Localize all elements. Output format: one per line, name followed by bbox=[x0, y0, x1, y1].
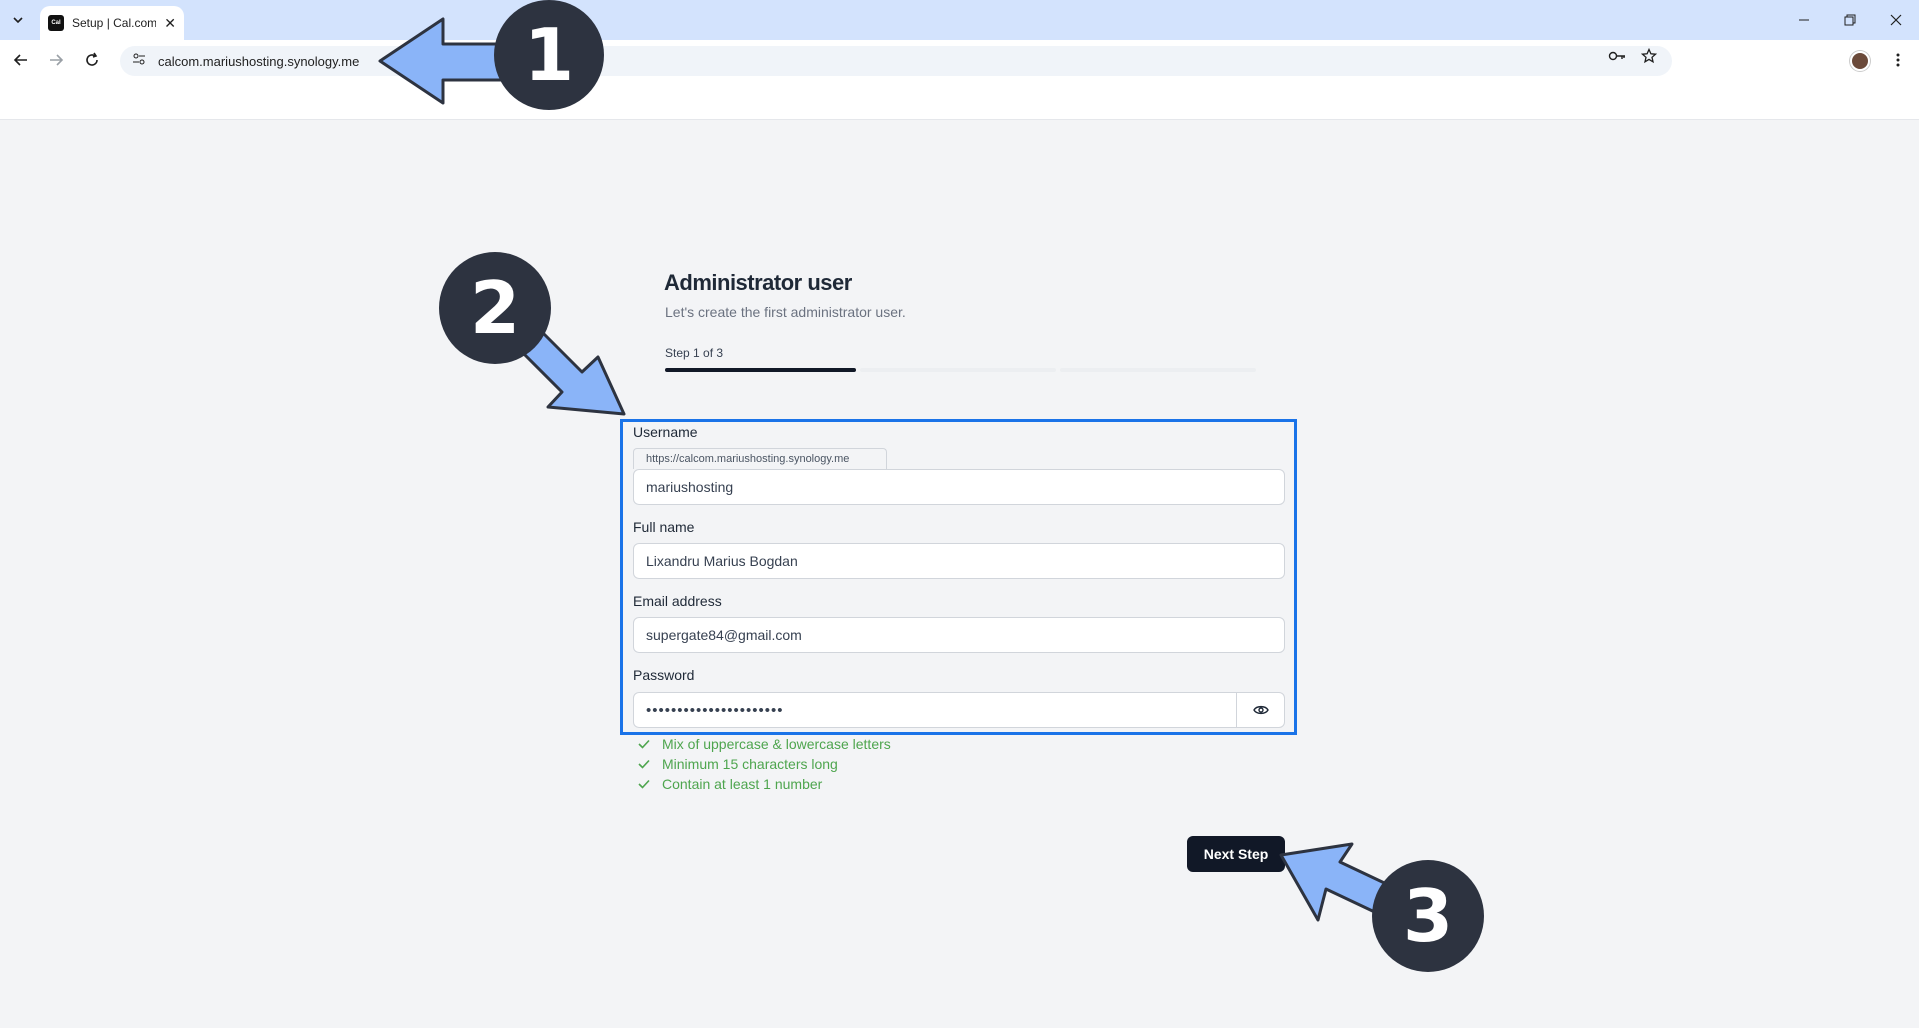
rule-text: Mix of uppercase & lowercase letters bbox=[662, 736, 891, 752]
password-rule: Minimum 15 characters long bbox=[638, 756, 838, 772]
rule-text: Contain at least 1 number bbox=[662, 776, 823, 792]
profile-avatar[interactable] bbox=[1850, 51, 1870, 71]
annotation-badge-1: 1 bbox=[494, 0, 604, 110]
progress-step-1 bbox=[665, 368, 856, 372]
page-title: Administrator user bbox=[664, 270, 852, 295]
browser-tab[interactable]: Cal Setup | Cal.com ✕ bbox=[40, 6, 184, 40]
page-subtitle: Let's create the first administrator use… bbox=[665, 304, 906, 320]
check-icon bbox=[638, 737, 652, 751]
password-rule: Mix of uppercase & lowercase letters bbox=[638, 736, 891, 752]
site-info-icon[interactable] bbox=[132, 52, 146, 71]
favicon: Cal bbox=[48, 15, 64, 31]
back-icon[interactable] bbox=[9, 48, 33, 72]
url-text: calcom.mariushosting.synology.me bbox=[158, 53, 360, 69]
close-icon[interactable]: ✕ bbox=[164, 15, 176, 32]
annotation-badge-3: 3 bbox=[1372, 860, 1484, 972]
browser-toolbar: calcom.mariushosting.synology.me bbox=[0, 40, 1919, 80]
check-icon bbox=[638, 777, 652, 791]
step-label: Step 1 of 3 bbox=[665, 346, 724, 360]
rule-text: Minimum 15 characters long bbox=[662, 756, 838, 772]
page-header-strip bbox=[0, 80, 1919, 120]
progress-step-3 bbox=[1060, 368, 1256, 372]
minimize-icon[interactable] bbox=[1792, 8, 1816, 32]
bookmark-star-icon[interactable] bbox=[1640, 47, 1658, 65]
address-bar[interactable]: calcom.mariushosting.synology.me bbox=[120, 46, 1672, 76]
tab-list-icon[interactable] bbox=[6, 8, 30, 32]
reload-icon[interactable] bbox=[80, 48, 104, 72]
password-key-icon[interactable] bbox=[1608, 47, 1626, 65]
next-step-button[interactable]: Next Step bbox=[1187, 836, 1285, 872]
tab-bar: Cal Setup | Cal.com ✕ bbox=[0, 0, 1919, 40]
restore-icon[interactable] bbox=[1838, 8, 1862, 32]
kebab-menu-icon[interactable] bbox=[1890, 50, 1906, 70]
password-rule: Contain at least 1 number bbox=[638, 776, 822, 792]
tab-title: Setup | Cal.com bbox=[72, 16, 156, 30]
forward-icon[interactable] bbox=[44, 48, 68, 72]
progress-step-2 bbox=[860, 368, 1056, 372]
check-icon bbox=[638, 757, 652, 771]
annotation-badge-2: 2 bbox=[439, 252, 551, 364]
close-window-icon[interactable] bbox=[1884, 8, 1908, 32]
form-highlight-box bbox=[620, 419, 1297, 735]
